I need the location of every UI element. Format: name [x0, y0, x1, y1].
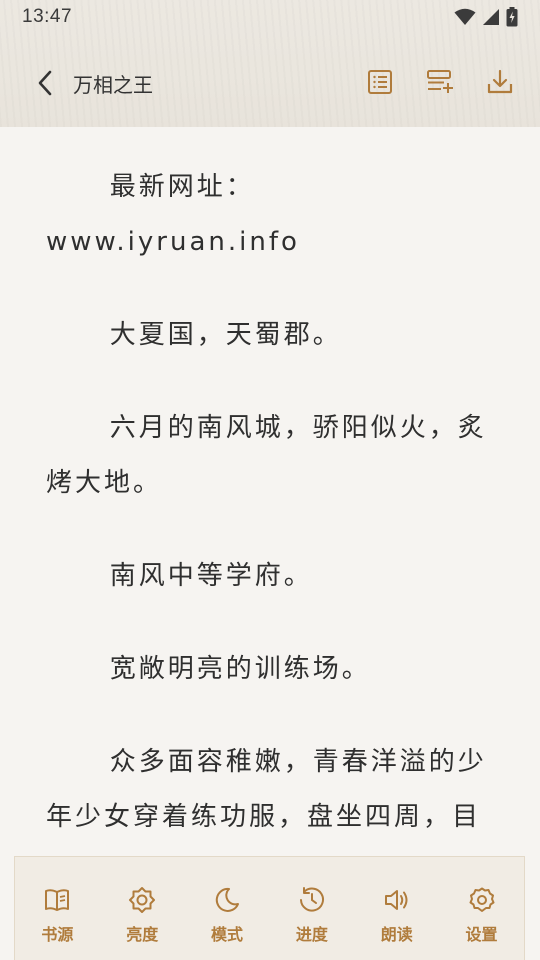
paragraph: 南风中等学府。 — [109, 561, 313, 591]
status-icons — [454, 7, 518, 27]
table-of-contents-icon — [368, 70, 392, 94]
book-source-icon — [42, 885, 72, 915]
paragraph: 六月的南风城，骄阳似火，炙烤大地。 — [46, 413, 487, 498]
brightness-icon — [127, 885, 157, 915]
cellular-signal-icon — [483, 9, 499, 25]
download-button[interactable] — [484, 66, 516, 98]
status-time: 13:47 — [22, 6, 73, 27]
battery-icon — [506, 7, 518, 27]
table-of-contents-button[interactable] — [364, 66, 396, 98]
add-to-shelf-button[interactable] — [424, 66, 456, 98]
back-button[interactable] — [28, 66, 62, 100]
nav-brightness[interactable]: 亮度 — [107, 885, 177, 945]
add-to-shelf-icon — [427, 70, 453, 93]
download-icon — [487, 69, 513, 94]
nav-label: 书源 — [41, 925, 74, 944]
book-title: 万相之王 — [73, 73, 153, 97]
chevron-left-icon — [38, 70, 52, 96]
nav-label: 朗读 — [380, 925, 413, 944]
reader-bottom-menu: 书源 亮度 模式 进度 朗读 设置 — [14, 856, 525, 960]
nav-label: 亮度 — [126, 925, 159, 944]
nav-mode[interactable]: 模式 — [192, 885, 262, 945]
nav-settings[interactable]: 设置 — [447, 885, 517, 945]
progress-icon — [297, 885, 327, 915]
status-bar: 13:47 — [0, 0, 540, 34]
paragraph: 宽敞明亮的训练场。 — [109, 654, 371, 684]
moon-icon — [212, 885, 242, 915]
wifi-icon — [454, 8, 476, 25]
paragraph: 大夏国，天蜀郡。 — [109, 320, 342, 350]
reader-toolbar: 万相之王 — [0, 52, 540, 112]
nav-label: 进度 — [295, 925, 328, 944]
nav-read-aloud[interactable]: 朗读 — [362, 885, 432, 945]
speaker-icon — [382, 885, 412, 915]
nav-progress[interactable]: 进度 — [277, 885, 347, 945]
paragraph: 最新网址：www.iyruan.info — [46, 172, 300, 257]
nav-label: 设置 — [465, 925, 498, 944]
nav-label: 模式 — [211, 925, 244, 944]
top-bar: 13:47 万相之王 — [0, 0, 540, 127]
settings-icon — [467, 885, 497, 915]
nav-book-source[interactable]: 书源 — [22, 885, 92, 945]
chapter-content: 最新网址：www.iyruan.info 大夏国，天蜀郡。 六月的南风城，骄阳似… — [46, 160, 498, 938]
